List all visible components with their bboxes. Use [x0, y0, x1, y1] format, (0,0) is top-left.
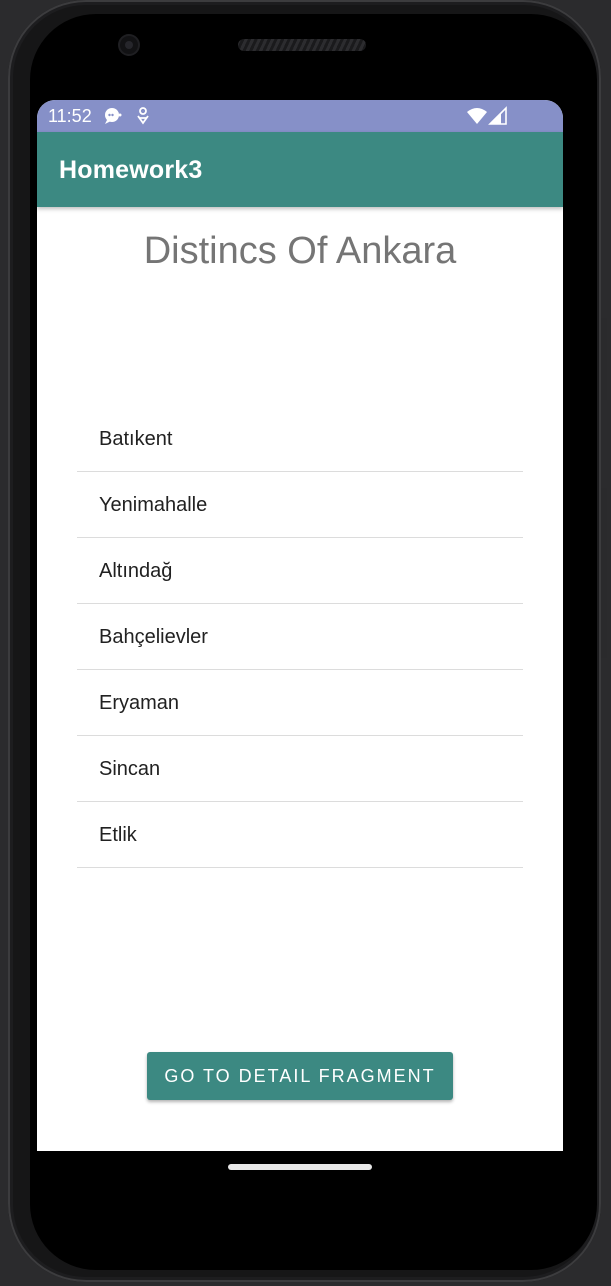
list-item[interactable]: Etlik	[77, 802, 523, 868]
list-item-label: Altındağ	[99, 560, 173, 582]
list-item-label: Yenimahalle	[99, 494, 208, 516]
list-item-label: Bahçelievler	[99, 626, 208, 648]
home-indicator[interactable]	[228, 1164, 372, 1170]
volume-button	[601, 488, 607, 658]
go-to-detail-button[interactable]: GO TO DETAIL FRAGMENT	[147, 1052, 453, 1100]
list-item[interactable]: Batıkent	[77, 406, 523, 472]
list-item[interactable]: Bahçelievler	[77, 604, 523, 670]
list-item-label: Sincan	[99, 758, 161, 780]
page-title: Distincs Of Ankara	[143, 230, 457, 272]
list-item-label: Eryaman	[99, 692, 180, 714]
status-time: 11:52	[48, 106, 92, 126]
earpiece-speaker	[238, 39, 366, 51]
list-item[interactable]: Altındağ	[77, 538, 523, 604]
app-title: Homework3	[59, 156, 203, 184]
front-camera	[120, 36, 138, 54]
list-item[interactable]: Sincan	[77, 736, 523, 802]
districts-list: Batıkent Yenimahalle Altındağ Bahçelievl…	[77, 406, 523, 868]
app-bar: Homework3	[37, 132, 563, 207]
list-item-label: Etlik	[99, 824, 137, 846]
list-item[interactable]: Yenimahalle	[77, 472, 523, 538]
usb-debug-icon	[133, 106, 153, 126]
power-button	[601, 318, 607, 400]
status-bar: 11:52	[37, 100, 563, 132]
chat-bubble-icon	[103, 106, 123, 126]
app-screen: 11:52 Homework3 Distincs Of Ankara Batık…	[37, 100, 563, 1151]
list-item[interactable]: Eryaman	[77, 670, 523, 736]
list-item-label: Batıkent	[99, 428, 173, 450]
wifi-icon	[467, 106, 487, 126]
signal-icon	[488, 106, 508, 126]
